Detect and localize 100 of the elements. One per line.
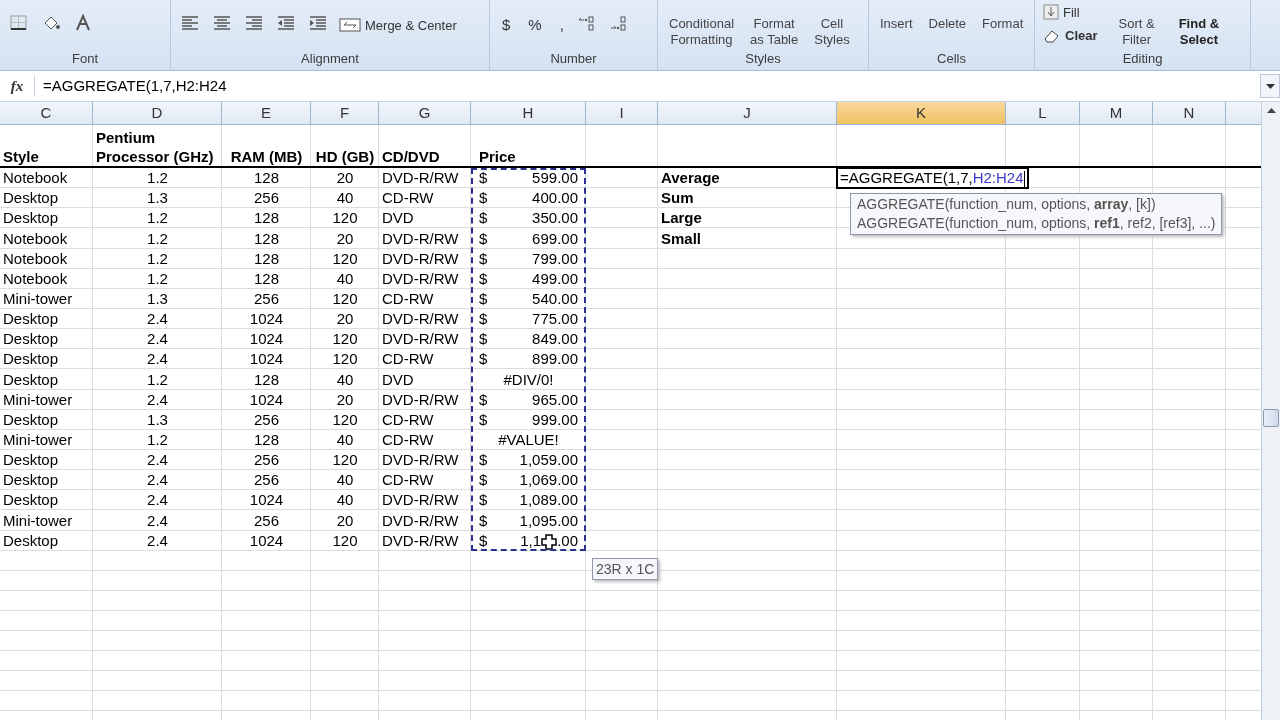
table-cell-text: 1.2 (146, 208, 169, 228)
table-cell-text: $ 400.00 (478, 188, 579, 208)
table-cell-text: Sum (660, 188, 695, 208)
group-label: Cells (936, 50, 967, 68)
column-header[interactable]: G (379, 102, 471, 125)
table-cell-text: DVD-R/RW (381, 168, 460, 188)
outdent-icon[interactable] (275, 14, 297, 32)
table-cell-text: Price (478, 147, 517, 166)
table-cell-text: 120 (331, 329, 359, 349)
table-cell-text: DVD-R/RW (381, 268, 460, 288)
ribbon-button[interactable]: Format (979, 16, 1027, 32)
up-arrow-icon[interactable] (1266, 108, 1276, 113)
scroll-thumb[interactable] (1263, 409, 1279, 427)
expand-button[interactable] (1260, 74, 1280, 98)
number-format-button[interactable]: % (524, 14, 546, 36)
table-cell-text: 2.4 (146, 470, 169, 490)
table-cell-text: 2.4 (146, 490, 169, 510)
table-cell-text: Desktop (2, 530, 60, 550)
table-cell-text: 120 (331, 409, 359, 429)
table-cell-text: 2.4 (146, 530, 169, 550)
table-cell-text: 128 (253, 248, 280, 268)
column-header[interactable]: J (658, 102, 837, 125)
table-cell-text: Desktop (2, 329, 60, 349)
table-cell-text: 1.3 (146, 409, 169, 429)
table-cell-text: 256 (253, 409, 280, 429)
table-cell-text: $ 599.00 (478, 168, 579, 188)
active-cell-input[interactable]: =AGGREGATE(1,7,H2:H24 (836, 167, 1029, 189)
column-header[interactable]: C (0, 102, 93, 125)
table-cell-text: 20 (335, 228, 355, 248)
column-header[interactable]: F (311, 102, 379, 125)
column-header[interactable]: M (1080, 102, 1153, 125)
table-cell-text: 40 (335, 268, 355, 288)
table-cell-text: $ 849.00 (478, 329, 579, 349)
find-select-button[interactable]: Find & Select (1175, 16, 1223, 48)
table-cell-text: Mini-tower (2, 510, 74, 530)
table-cell-text: Mini-tower (2, 389, 74, 409)
table-cell-text: 1.2 (146, 228, 169, 248)
column-header[interactable]: K (837, 102, 1006, 125)
table-cell-text: 1.3 (146, 289, 169, 308)
column-header[interactable]: N (1153, 102, 1226, 125)
table-cell-text: Desktop (2, 490, 60, 510)
borders-icon[interactable] (8, 14, 30, 32)
number-format-button[interactable]: $ (498, 14, 515, 36)
fill-button[interactable]: Fill (1043, 4, 1098, 20)
table-cell-text: $ 1,095.00 (478, 510, 579, 530)
align-right-icon[interactable] (243, 14, 265, 32)
table-cell-text: Mini-tower (2, 289, 74, 308)
table-cell-text: 1024 (248, 389, 285, 409)
table-cell-text: 1024 (248, 530, 285, 550)
table-cell-text: DVD (381, 208, 415, 228)
column-header[interactable]: I (586, 102, 658, 125)
table-cell-text: Small (660, 228, 703, 248)
align-center-icon[interactable] (211, 14, 233, 32)
table-cell-text: 120 (331, 450, 359, 470)
ribbon-button[interactable]: Insert (877, 16, 916, 32)
table-cell-text: $ 1,089.00 (478, 490, 579, 510)
column-header[interactable]: H (471, 102, 586, 125)
table-cell-text: Desktop (2, 208, 60, 228)
clear-button[interactable]: Clear (1043, 28, 1098, 43)
table-cell-text: CD-RW (381, 188, 435, 208)
group-label: Number (549, 50, 598, 68)
table-cell-text: DVD-R/RW (381, 309, 460, 329)
insert-function-button[interactable]: fx (0, 77, 34, 95)
table-cell-text: Desktop (2, 188, 60, 208)
table-cell-text: 1024 (248, 349, 285, 369)
table-cell-text: 128 (253, 228, 280, 248)
table-cell-text: DVD (381, 369, 415, 389)
indent-icon[interactable] (307, 14, 329, 32)
table-cell-text: Pentium Processor (GHz) (95, 128, 215, 166)
align-left-icon[interactable] (179, 14, 201, 32)
table-cell-text: 256 (253, 188, 280, 208)
table-cell-text: 128 (253, 429, 280, 449)
table-cell-text: Desktop (2, 369, 60, 389)
column-header[interactable]: D (93, 102, 222, 125)
merge-cells-icon (339, 16, 361, 34)
table-cell-text: #VALUE! (497, 429, 560, 449)
table-cell-text: DVD-R/RW (381, 530, 460, 550)
ribbon-button[interactable]: Cell Styles (811, 16, 853, 48)
ribbon-button[interactable]: Delete (925, 16, 970, 32)
vertical-scrollbar[interactable] (1261, 102, 1280, 720)
table-cell-text: $ 965.00 (478, 389, 579, 409)
table-cell-text: DVD-R/RW (381, 490, 460, 510)
table-cell-text: Notebook (2, 248, 69, 268)
number-format-button[interactable]: , (555, 14, 568, 36)
column-header[interactable]: L (1006, 102, 1080, 125)
table-cell-text: 2.4 (146, 389, 169, 409)
merge-center-button[interactable]: Merge & Center (339, 14, 457, 36)
ribbon-button[interactable]: Conditional Formatting (666, 16, 738, 48)
table-cell-text: $ 1,069.00 (478, 470, 579, 490)
table-cell-text: Style (2, 147, 40, 166)
table-cell-text: 2.4 (146, 349, 169, 369)
group-label: Font (71, 50, 99, 68)
table-cell-text: 1.2 (146, 248, 169, 268)
table-cell-text: 120 (331, 289, 359, 308)
table-cell-text: RAM (MB) (229, 147, 304, 166)
table-cell-text: Desktop (2, 309, 60, 329)
ribbon-button[interactable]: Format as Table (747, 16, 802, 48)
column-header[interactable]: E (222, 102, 311, 125)
sort-filter-button[interactable]: Sort & Filter (1115, 16, 1158, 48)
table-cell-text: 20 (335, 510, 355, 530)
